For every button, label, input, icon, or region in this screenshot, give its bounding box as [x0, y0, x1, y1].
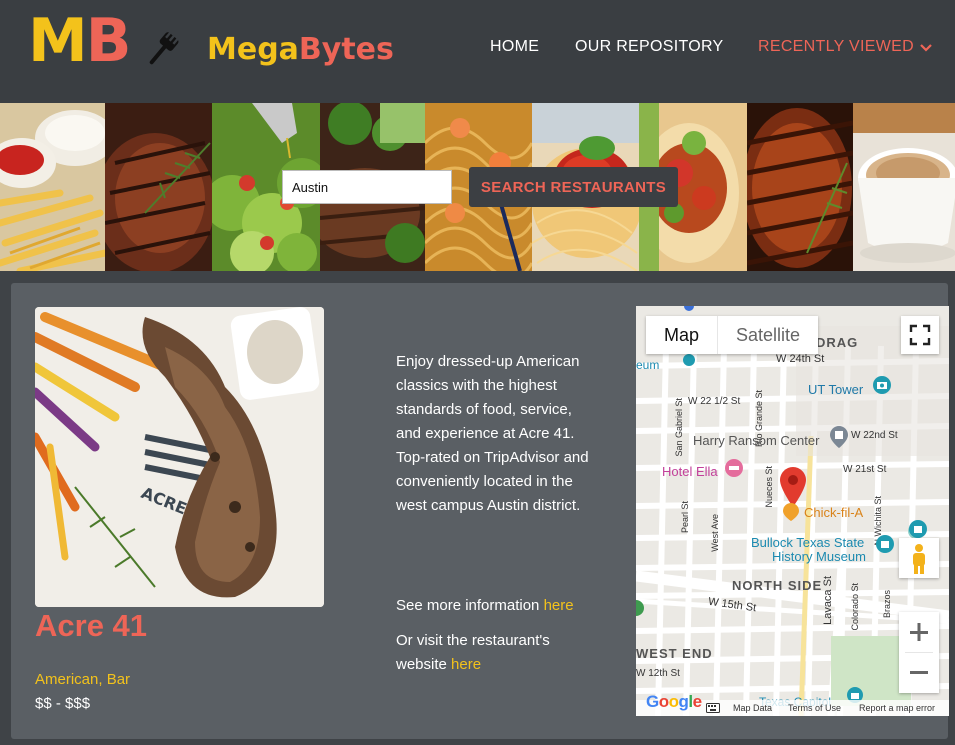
more-info-line: See more information here [396, 597, 574, 614]
more-info-text: See more information [396, 597, 544, 614]
chevron-down-icon[interactable] [918, 42, 934, 54]
banner-image-chicken [747, 103, 853, 271]
search-restaurants-button[interactable]: SEARCH RESTAURANTS [469, 167, 678, 207]
map-top-pin-icon[interactable] [682, 306, 696, 314]
map-label-west-end: WEST END [636, 646, 713, 661]
street-view-button[interactable] [899, 538, 939, 578]
banner-image-steak [105, 103, 212, 271]
fork-icon [149, 30, 180, 65]
map-label-w12: W 12th St [636, 668, 680, 679]
hotel-icon[interactable] [725, 459, 743, 479]
map-label-hotel-ella: Hotel Ella [662, 464, 718, 479]
location-pin-icon[interactable] [780, 467, 806, 507]
keyboard-icon[interactable] [706, 703, 720, 713]
map-label-brazos: Brazos [882, 590, 892, 619]
restaurant-description: Enjoy dressed-up American classics with … [396, 353, 589, 514]
map-label-san-gabriel: San Gabriel St [674, 398, 684, 457]
map-data-link[interactable]: Map Data [733, 703, 772, 713]
map-label-west-ave: West Ave [710, 514, 720, 552]
zoom-out-icon[interactable] [910, 671, 928, 674]
zoom-controls [899, 612, 939, 693]
map-pin-harry-icon[interactable] [830, 426, 848, 448]
brand-mega: Mega [207, 32, 299, 67]
terms-of-use-link[interactable]: Terms of Use [788, 703, 841, 713]
banner-image-fries [0, 103, 105, 271]
map-label-bullock-2: History Museum [772, 549, 866, 564]
report-map-error-link[interactable]: Report a map error [859, 703, 935, 713]
nav-repository[interactable]: OUR REPOSITORY [575, 38, 724, 56]
brand-name[interactable]: MegaBytes [207, 30, 394, 70]
google-logo[interactable]: Google [646, 692, 702, 712]
restaurant-name: Acre 41 [35, 608, 148, 643]
map-label-ut-tower: UT Tower [808, 382, 864, 397]
restaurant-pin-icon[interactable] [783, 503, 799, 521]
restaurant-photo: ACRE 41 [35, 307, 324, 607]
nav-home[interactable]: HOME [490, 38, 539, 56]
map-type-toggle: Map Satellite [646, 316, 819, 354]
museum-icon[interactable] [876, 535, 894, 555]
map-label-colorado: Colorado St [850, 583, 860, 631]
map-label-north-side: NORTH SIDE [732, 578, 823, 593]
logo-b: B [85, 6, 132, 76]
search-input[interactable] [282, 170, 452, 204]
satellite-tab[interactable]: Satellite [717, 316, 818, 354]
map-label-bullock-1: Bullock Texas State [751, 535, 865, 550]
pegman-icon [913, 544, 925, 574]
nav-recently-viewed[interactable]: RECENTLY VIEWED [758, 38, 914, 56]
website-link[interactable]: here [451, 656, 481, 673]
google-map[interactable]: DRAG W 24th St eum UT Tower W 22 1/2 St … [636, 306, 949, 716]
map-label-w22half: W 22 1/2 St [688, 396, 741, 407]
zoom-in-icon[interactable] [910, 623, 928, 641]
map-label-w22nd: W 22nd St [851, 430, 898, 441]
restaurant-cuisine: American, Bar [35, 671, 131, 688]
camera-icon[interactable] [873, 376, 891, 394]
map-label-drag: DRAG [816, 335, 859, 350]
brand-bytes: Bytes [298, 32, 394, 67]
site-header: MB MegaBytes HOME OUR REPOSITORY RECENTL… [0, 0, 955, 103]
logo-m: M [28, 6, 88, 76]
museum-icon-2[interactable] [909, 520, 927, 540]
map-label-nueces: Nueces St [764, 466, 774, 508]
map-small-pin-icon[interactable] [682, 353, 696, 367]
fullscreen-button[interactable] [901, 316, 939, 354]
more-info-link[interactable]: here [544, 597, 574, 614]
map-label-lavaca: Lavaca St [822, 576, 834, 625]
map-label-w21: W 21st St [843, 464, 887, 475]
fullscreen-icon [909, 324, 931, 346]
map-label-pearl: Pearl St [680, 501, 690, 534]
banner-image-coffee [853, 103, 955, 271]
map-label-chick-fil-a: Chick-fil-A [804, 505, 864, 520]
restaurant-price: $$ - $$$ [35, 695, 91, 712]
logo[interactable]: MB [28, 6, 132, 76]
visit-website-line: Or visit the restaurant's website here [396, 629, 596, 677]
map-label-harry-ransom: Harry Ransom Center [693, 433, 820, 448]
map-label-museum-partial: eum [636, 358, 660, 372]
map-tab[interactable]: Map [646, 316, 717, 354]
map-label-w24: W 24th St [776, 353, 825, 365]
